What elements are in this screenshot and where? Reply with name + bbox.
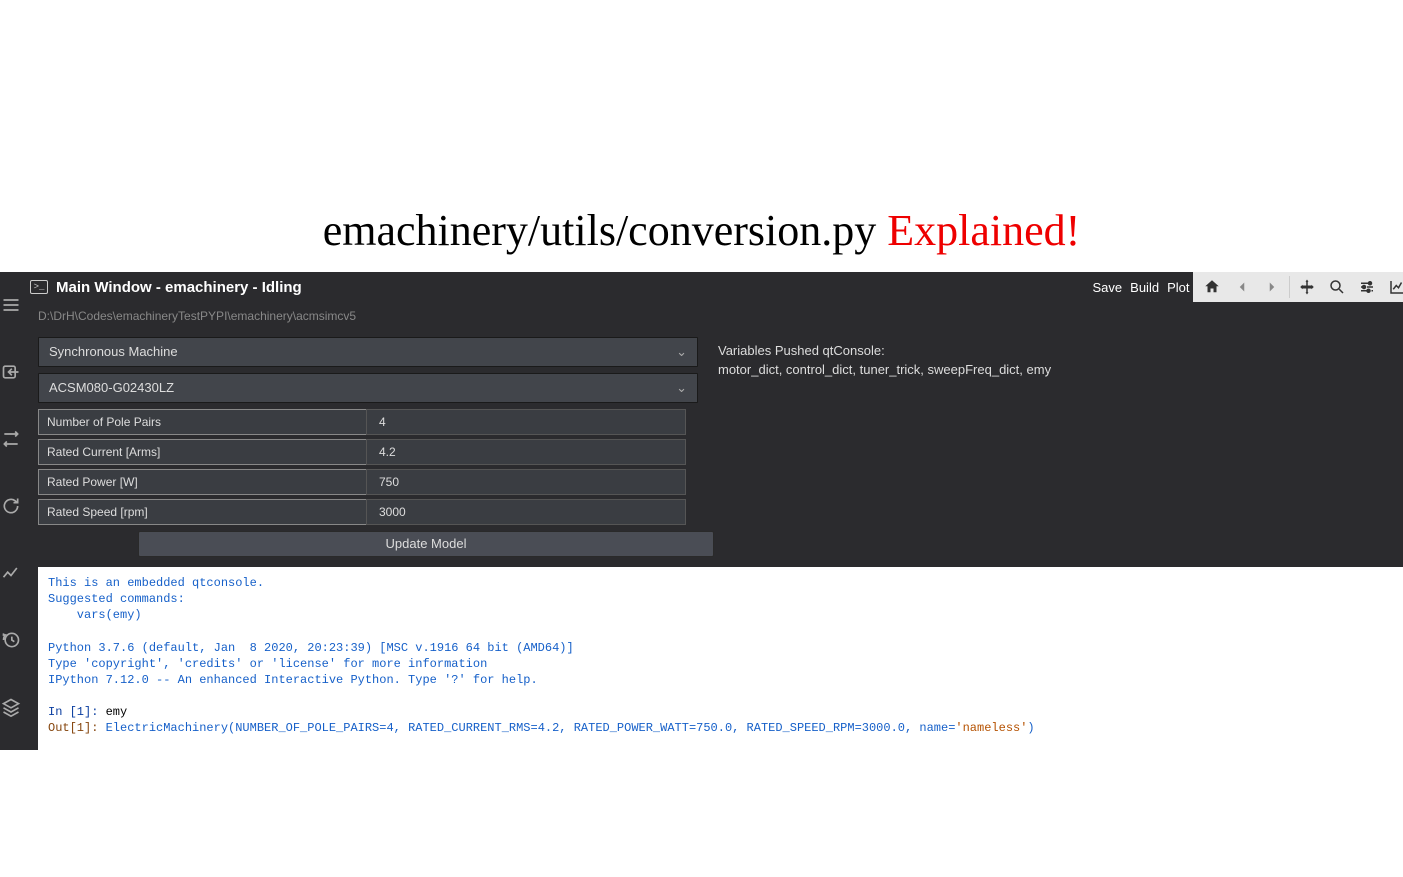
axes-icon[interactable] <box>1382 273 1403 301</box>
configure-icon[interactable] <box>1352 273 1382 301</box>
loop-icon[interactable] <box>0 428 22 450</box>
console-line: Suggested commands: <box>48 591 1403 607</box>
slide-title-emphasis: Explained! <box>887 206 1080 255</box>
rated-current-input[interactable]: 4.2 <box>366 439 686 465</box>
info-column: Variables Pushed qtConsole: motor_dict, … <box>718 337 1403 557</box>
info-line-1: Variables Pushed qtConsole: <box>718 343 1403 358</box>
terminal-icon: >_ <box>30 280 48 294</box>
field-row: Rated Speed [rpm] 3000 <box>38 499 698 525</box>
console-out-1: Out[1]: ElectricMachinery(NUMBER_OF_POLE… <box>48 720 1403 736</box>
field-row: Rated Current [Arms] 4.2 <box>38 439 698 465</box>
machine-type-dropdown[interactable]: Synchronous Machine ⌄ <box>38 337 698 367</box>
console-in-1: In [1]: emy <box>48 704 1403 720</box>
app-window: >_ Main Window - emachinery - Idling Sav… <box>0 272 1403 750</box>
rated-speed-input[interactable]: 3000 <box>366 499 686 525</box>
layers-icon[interactable] <box>0 696 22 718</box>
console-line: Python 3.7.6 (default, Jan 8 2020, 20:23… <box>48 640 1403 656</box>
slide-title-path: emachinery/utils/conversion.py <box>323 206 888 255</box>
home-icon[interactable] <box>1197 273 1227 301</box>
model-value: ACSM080-G02430LZ <box>49 380 174 395</box>
pan-icon[interactable] <box>1292 273 1322 301</box>
save-button[interactable]: Save <box>1089 276 1127 299</box>
history-icon[interactable] <box>0 629 22 651</box>
left-rail <box>0 272 22 750</box>
console-line: vars(emy) <box>48 607 1403 623</box>
console-blank <box>48 737 1403 750</box>
zoom-icon[interactable] <box>1322 273 1352 301</box>
pole-pairs-input[interactable]: 4 <box>366 409 686 435</box>
console-line: IPython 7.12.0 -- An enhanced Interactiv… <box>48 672 1403 688</box>
model-dropdown[interactable]: ACSM080-G02430LZ ⌄ <box>38 373 698 403</box>
back-icon[interactable] <box>1227 273 1257 301</box>
plot-button[interactable]: Plot <box>1163 276 1193 299</box>
chevron-down-icon: ⌄ <box>676 344 687 360</box>
qtconsole[interactable]: This is an embedded qtconsole. Suggested… <box>38 567 1403 750</box>
content-row: Synchronous Machine ⌄ ACSM080-G02430LZ ⌄… <box>22 331 1403 557</box>
window-title: Main Window - emachinery - Idling <box>56 279 302 296</box>
slide-title: emachinery/utils/conversion.py Explained… <box>0 0 1403 296</box>
plot-toolbar <box>1193 272 1403 302</box>
forward-icon[interactable] <box>1257 273 1287 301</box>
chevron-down-icon: ⌄ <box>676 380 687 396</box>
build-button[interactable]: Build <box>1126 276 1163 299</box>
rated-power-label: Rated Power [W] <box>38 469 366 495</box>
pole-pairs-label: Number of Pole Pairs <box>38 409 366 435</box>
console-blank <box>48 623 1403 639</box>
update-model-button[interactable]: Update Model <box>138 531 714 557</box>
info-line-2: motor_dict, control_dict, tuner_trick, s… <box>718 362 1403 377</box>
path-bar: D:\DrH\Codes\emachineryTestPYPI\emachine… <box>22 302 1403 331</box>
refresh-icon[interactable] <box>0 495 22 517</box>
console-blank <box>48 688 1403 704</box>
rated-speed-label: Rated Speed [rpm] <box>38 499 366 525</box>
console-line: Type 'copyright', 'credits' or 'license'… <box>48 656 1403 672</box>
rated-power-input[interactable]: 750 <box>366 469 686 495</box>
rated-current-label: Rated Current [Arms] <box>38 439 366 465</box>
menu-icon[interactable] <box>0 294 22 316</box>
import-icon[interactable] <box>0 361 22 383</box>
field-row: Rated Power [W] 750 <box>38 469 698 495</box>
path-text: D:\DrH\Codes\emachineryTestPYPI\emachine… <box>38 309 356 323</box>
title-bar: >_ Main Window - emachinery - Idling Sav… <box>22 272 1403 302</box>
form-column: Synchronous Machine ⌄ ACSM080-G02430LZ ⌄… <box>38 337 698 557</box>
machine-type-value: Synchronous Machine <box>49 344 178 359</box>
console-line: This is an embedded qtconsole. <box>48 575 1403 591</box>
main-area: >_ Main Window - emachinery - Idling Sav… <box>22 272 1403 750</box>
chart-icon[interactable] <box>0 562 22 584</box>
field-row: Number of Pole Pairs 4 <box>38 409 698 435</box>
